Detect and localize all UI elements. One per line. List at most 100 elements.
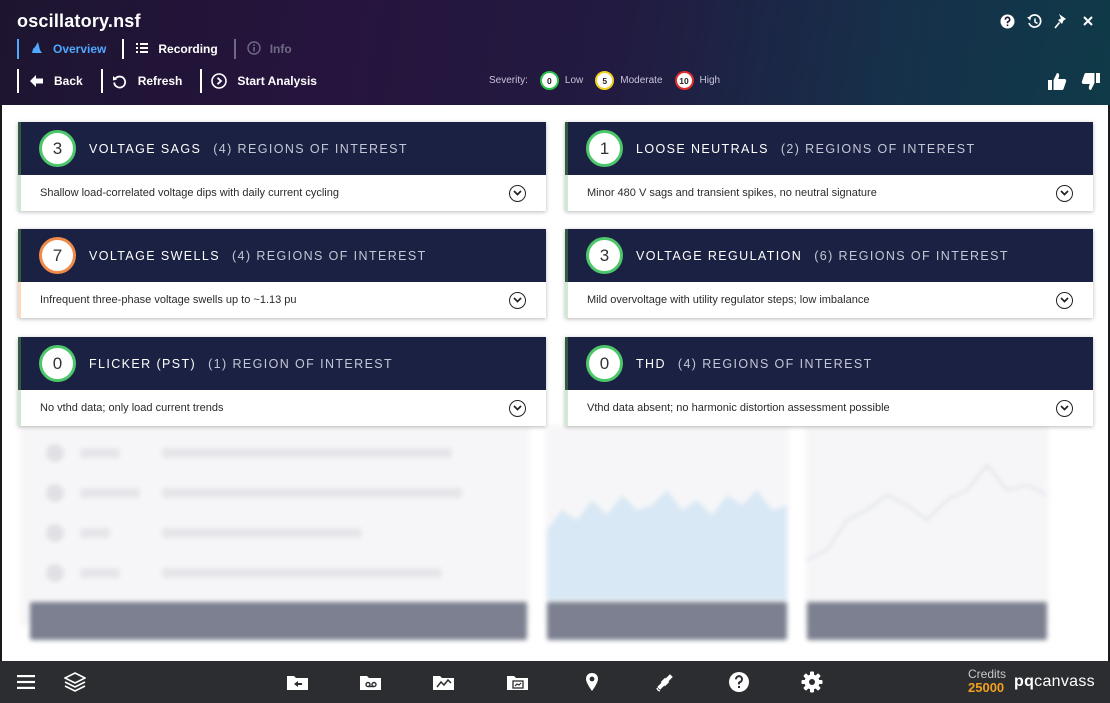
satellite-icon[interactable] [653, 671, 677, 693]
app-header: oscillatory.nsf Overview Recording Info [0, 0, 1110, 105]
expand-chevron-icon[interactable] [1056, 184, 1073, 202]
tab-recording[interactable]: Recording [122, 39, 233, 59]
card-loose-neutrals[interactable]: 1 LOOSE NEUTRALS (2) REGIONS OF INTEREST… [565, 122, 1093, 211]
background-chart [807, 463, 1047, 561]
card-body: Vthd data absent; no harmonic distortion… [565, 390, 1093, 426]
refresh-icon [112, 73, 128, 89]
severity-label: Severity: [489, 75, 528, 86]
help-icon[interactable] [999, 13, 1015, 29]
severity-high: 10 High [674, 71, 720, 90]
card-description: Minor 480 V sags and transient spikes, n… [587, 187, 877, 199]
background-dot [46, 484, 64, 502]
card-thd[interactable]: 0 THD (4) REGIONS OF INTEREST Vthd data … [565, 337, 1093, 426]
severity-score-badge: 3 [39, 130, 76, 167]
severity-legend: Severity: 0 Low 5 Moderate 10 High [489, 71, 732, 90]
card-body: Mild overvoltage with utility regulator … [565, 282, 1093, 318]
history-icon[interactable] [1026, 13, 1042, 29]
background-bar [30, 602, 527, 640]
report-folder-icon[interactable] [506, 671, 530, 693]
card-voltage-swells[interactable]: 7 VOLTAGE SWELLS (4) REGIONS OF INTEREST… [18, 229, 546, 318]
close-icon[interactable] [1080, 13, 1096, 29]
thumbs-down-icon[interactable] [1080, 70, 1102, 92]
feedback-buttons [1034, 70, 1102, 92]
card-subtitle: (4) REGIONS OF INTEREST [213, 141, 408, 156]
expand-chevron-icon[interactable] [1056, 399, 1073, 417]
tab-info[interactable]: Info [233, 39, 308, 59]
severity-moderate: 5 Moderate [595, 71, 663, 90]
expand-chevron-icon[interactable] [509, 291, 526, 309]
background-row [162, 448, 452, 458]
card-header: 7 VOLTAGE SWELLS (4) REGIONS OF INTEREST [21, 229, 546, 282]
list-icon [134, 42, 150, 56]
severity-score-badge: 7 [39, 237, 76, 274]
open-folder-icon[interactable] [286, 671, 310, 693]
card-header: 0 FLICKER (PST) (1) REGION OF INTEREST [21, 337, 546, 390]
severity-low: 0 Low [539, 71, 584, 90]
location-pin-icon[interactable] [580, 671, 604, 693]
background-row [80, 528, 110, 538]
card-description: Shallow load-correlated voltage dips wit… [40, 187, 339, 199]
card-title: LOOSE NEUTRALS [636, 141, 769, 156]
start-analysis-button[interactable]: Start Analysis [200, 69, 335, 93]
background-dot [46, 564, 64, 582]
layers-icon[interactable] [63, 671, 87, 693]
settings-gear-icon[interactable] [800, 671, 824, 693]
back-button-label: Back [54, 74, 83, 88]
severity-score-badge: 3 [586, 237, 623, 274]
expand-chevron-icon[interactable] [509, 184, 526, 202]
card-body: Infrequent three-phase voltage swells up… [18, 282, 546, 318]
card-title: VOLTAGE REGULATION [636, 248, 803, 263]
hamburger-menu-icon[interactable] [14, 671, 38, 693]
app-title: oscillatory.nsf [17, 11, 141, 31]
expand-chevron-icon[interactable] [509, 399, 526, 417]
severity-high-badge: 10 [674, 71, 694, 90]
background-dot [46, 524, 64, 542]
credits-display: Credits 25000 [968, 667, 1006, 695]
severity-moderate-badge: 5 [595, 71, 615, 90]
card-description: Mild overvoltage with utility regulator … [587, 294, 870, 306]
severity-low-label: Low [564, 75, 584, 86]
severity-moderate-label: Moderate [620, 75, 663, 86]
back-button[interactable]: Back [17, 69, 101, 93]
credits-label: Credits [968, 667, 1007, 681]
card-header: 3 VOLTAGE REGULATION (6) REGIONS OF INTE… [568, 229, 1093, 282]
recording-folder-icon[interactable] [359, 671, 383, 693]
card-description: Vthd data absent; no harmonic distortion… [587, 402, 890, 414]
card-flicker[interactable]: 0 FLICKER (PST) (1) REGION OF INTEREST N… [18, 337, 546, 426]
severity-score-badge: 1 [586, 130, 623, 167]
play-circle-icon [211, 73, 228, 89]
start-analysis-label: Start Analysis [237, 74, 317, 88]
tab-overview[interactable]: Overview [17, 39, 122, 59]
card-voltage-regulation[interactable]: 3 VOLTAGE REGULATION (6) REGIONS OF INTE… [565, 229, 1093, 318]
background-dot [46, 444, 64, 462]
card-header: 1 LOOSE NEUTRALS (2) REGIONS OF INTEREST [568, 122, 1093, 175]
background-chart [547, 490, 787, 600]
card-subtitle: (1) REGION OF INTEREST [208, 356, 394, 371]
refresh-button[interactable]: Refresh [100, 69, 201, 93]
card-title: THD [636, 356, 666, 371]
pin-icon[interactable] [1053, 13, 1069, 29]
tab-overview-label: Overview [53, 42, 107, 56]
background-bar [547, 602, 787, 640]
brand-logo: pqcanvass [1014, 673, 1095, 691]
card-body: Minor 480 V sags and transient spikes, n… [565, 175, 1093, 211]
overview-content: 3 VOLTAGE SAGS (4) REGIONS OF INTEREST S… [2, 105, 1108, 661]
refresh-button-label: Refresh [137, 74, 183, 88]
severity-score-badge: 0 [39, 345, 76, 382]
severity-score-badge: 0 [586, 345, 623, 382]
card-subtitle: (6) REGIONS OF INTEREST [814, 248, 1009, 263]
brand-logo-bold: pq [1014, 673, 1035, 690]
card-voltage-sags[interactable]: 3 VOLTAGE SAGS (4) REGIONS OF INTEREST S… [18, 122, 546, 211]
tab-bar: Overview Recording Info [17, 38, 308, 60]
card-description: Infrequent three-phase voltage swells up… [40, 294, 297, 306]
thumbs-up-icon[interactable] [1046, 70, 1068, 92]
card-title: VOLTAGE SWELLS [89, 248, 220, 263]
help-circle-icon[interactable] [727, 671, 751, 693]
card-body: No vthd data; only load current trends [18, 390, 546, 426]
chart-folder-icon[interactable] [432, 671, 456, 693]
tab-info-label: Info [269, 42, 292, 56]
card-title: VOLTAGE SAGS [89, 141, 202, 156]
expand-chevron-icon[interactable] [1056, 291, 1073, 309]
toolbar: Back Refresh Start Analysis [17, 69, 335, 93]
card-title: FLICKER (PST) [89, 356, 197, 371]
